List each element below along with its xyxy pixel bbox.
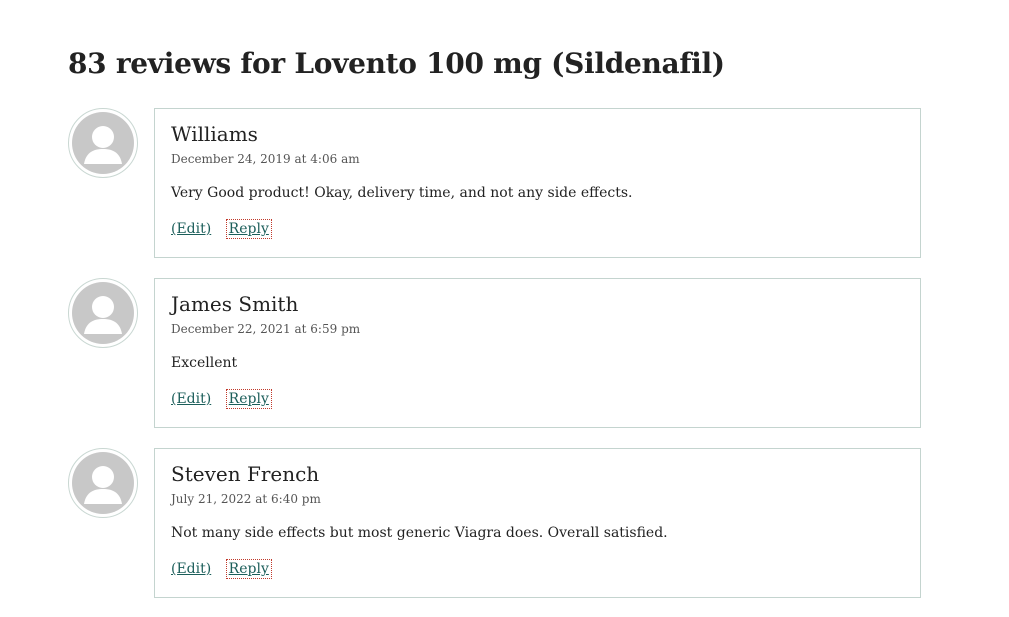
review-item: Williams December 24, 2019 at 4:06 am Ve… — [68, 108, 921, 258]
review-date: December 24, 2019 at 4:06 am — [171, 152, 360, 166]
avatar — [68, 108, 138, 178]
avatar — [68, 448, 138, 518]
default-user-avatar-icon — [72, 112, 134, 174]
edit-link[interactable]: (Edit) — [171, 221, 211, 237]
review-author: Williams — [171, 122, 258, 146]
review-author: James Smith — [171, 292, 299, 316]
review-actions: (Edit) Reply — [171, 389, 272, 409]
reply-link[interactable]: Reply — [225, 559, 272, 579]
reply-link[interactable]: Reply — [225, 219, 272, 239]
review-text: Not many side effects but most generic V… — [171, 525, 668, 541]
review-date: July 21, 2022 at 6:40 pm — [171, 492, 321, 506]
review-author: Steven French — [171, 462, 320, 486]
edit-link[interactable]: (Edit) — [171, 561, 211, 577]
review-box: Steven French July 21, 2022 at 6:40 pm N… — [154, 448, 921, 598]
review-actions: (Edit) Reply — [171, 219, 272, 239]
review-date: December 22, 2021 at 6:59 pm — [171, 322, 361, 336]
review-actions: (Edit) Reply — [171, 559, 272, 579]
default-user-avatar-icon — [72, 452, 134, 514]
review-box: James Smith December 22, 2021 at 6:59 pm… — [154, 278, 921, 428]
reviews-title: 83 reviews for Lovento 100 mg (Sildenafi… — [68, 47, 725, 80]
review-text: Very Good product! Okay, delivery time, … — [171, 185, 633, 201]
review-item: Steven French July 21, 2022 at 6:40 pm N… — [68, 448, 921, 598]
default-user-avatar-icon — [72, 282, 134, 344]
edit-link[interactable]: (Edit) — [171, 391, 211, 407]
review-item: James Smith December 22, 2021 at 6:59 pm… — [68, 278, 921, 428]
review-text: Excellent — [171, 355, 238, 371]
reviews-section: 83 reviews for Lovento 100 mg (Sildenafi… — [0, 0, 1009, 617]
review-box: Williams December 24, 2019 at 4:06 am Ve… — [154, 108, 921, 258]
reply-link[interactable]: Reply — [225, 389, 272, 409]
avatar — [68, 278, 138, 348]
